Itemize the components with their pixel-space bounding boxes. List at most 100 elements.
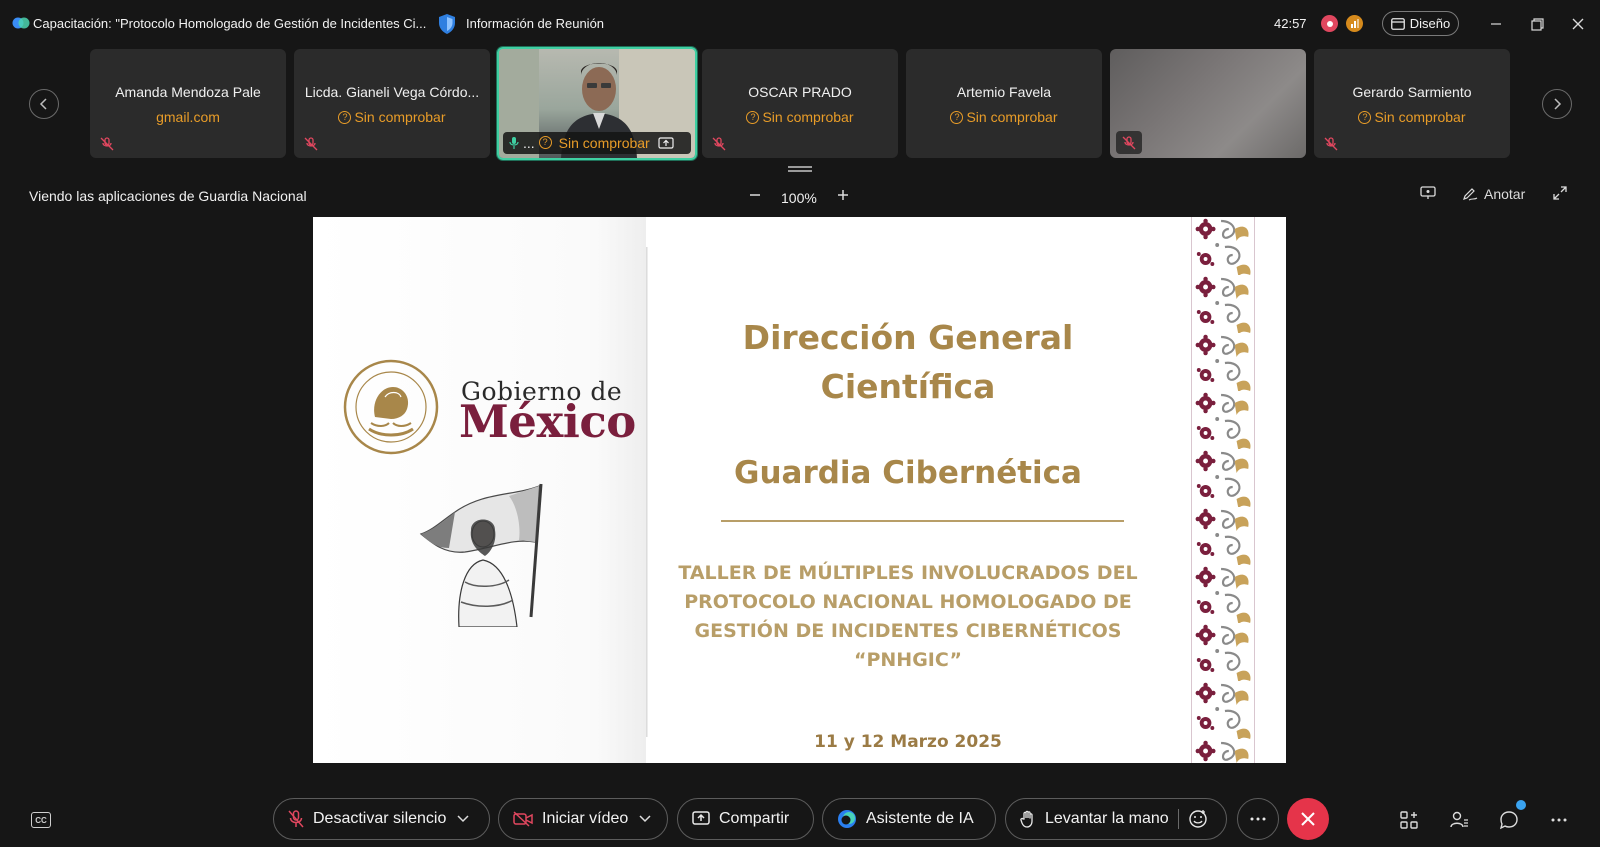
workshop-title-line3: GESTIÓN DE INCIDENTES CIBERNÉTICOS — [694, 620, 1122, 642]
question-icon: ? — [950, 110, 964, 124]
apps-button[interactable] — [1397, 808, 1421, 832]
participant-tile[interactable]: Gerardo Sarmiento ? Sin comprobar — [1314, 49, 1510, 158]
mexico-logo-text: México — [459, 395, 636, 448]
slide-subtitle: Guardia Cibernética — [734, 455, 1082, 491]
chevron-down-icon[interactable] — [457, 815, 469, 823]
restore-icon — [1530, 17, 1544, 31]
participants-icon — [1450, 811, 1468, 828]
participant-name: Licda. Gianeli Vega Córdo... — [304, 84, 480, 100]
video-off-icon — [513, 811, 533, 827]
minus-icon — [750, 194, 760, 196]
minimize-button[interactable] — [1484, 12, 1508, 36]
participant-status: Sin comprobar — [762, 109, 854, 125]
strip-next-button[interactable] — [1542, 89, 1572, 119]
shield-icon[interactable] — [437, 13, 457, 35]
ai-assistant-label: Asistente de IA — [866, 810, 974, 827]
chat-notification-badge — [1516, 800, 1526, 810]
participant-name: OSCAR PRADO — [748, 84, 852, 100]
reactions-icon[interactable] — [1188, 809, 1208, 829]
close-window-button[interactable] — [1566, 12, 1590, 36]
annotate-label: Anotar — [1484, 186, 1526, 202]
question-icon: ? — [538, 135, 552, 149]
share-screen-icon — [692, 811, 710, 825]
slide-date: 11 y 12 Marzo 2025 — [814, 732, 1002, 752]
muted-mic-icon — [288, 810, 304, 828]
meeting-title: Capacitación: "Protocolo Homologado de G… — [33, 16, 427, 31]
hand-icon — [1020, 810, 1033, 828]
strip-prev-button[interactable] — [29, 89, 59, 119]
participant-tile[interactable]: Amanda Mendoza Pale gmail.com — [90, 49, 286, 158]
plus-icon — [838, 190, 848, 200]
meeting-info-link[interactable]: Información de Reunión — [466, 16, 604, 31]
chevron-left-icon — [39, 98, 47, 110]
layout-button[interactable]: Diseño — [1382, 11, 1459, 36]
participant-name: ... — [523, 135, 535, 151]
layout-label: Diseño — [1409, 16, 1451, 31]
more-horizontal-icon — [1551, 818, 1567, 822]
unmute-button[interactable]: Desactivar silencio — [273, 798, 490, 840]
chevron-right-icon — [1554, 98, 1562, 110]
participant-name: Artemio Favela — [956, 84, 1052, 100]
participant-status: Sin comprobar — [558, 135, 650, 151]
muted-mic-icon — [100, 137, 114, 151]
annotate-button[interactable]: Anotar — [1462, 186, 1525, 202]
shared-content-slide: Gobierno de México Dirección General Cie… — [313, 217, 1286, 763]
slide-title-line1: Dirección General — [742, 318, 1074, 357]
participants-button[interactable] — [1447, 808, 1471, 832]
raise-hand-button[interactable]: Levantar la mano — [1005, 798, 1227, 840]
raise-hand-label: Levantar la mano — [1045, 810, 1169, 827]
participant-video-status-bar: ... ? Sin comprobar — [503, 132, 691, 154]
participant-video-tile[interactable]: ... ? Sin comprobar — [497, 47, 697, 160]
participant-video-tile[interactable] — [1110, 49, 1306, 158]
recording-icon[interactable] — [1321, 15, 1338, 32]
slide-title-line2: Científica — [820, 367, 996, 406]
slide-divider-line — [721, 520, 1124, 522]
share-button[interactable]: Compartir — [677, 798, 814, 840]
close-icon — [1572, 18, 1584, 30]
question-icon: ? — [338, 110, 352, 124]
muted-mic-icon — [1324, 137, 1338, 151]
national-seal-logo — [343, 359, 439, 455]
expand-icon — [1553, 186, 1567, 200]
share-label: Compartir — [719, 810, 790, 827]
participant-status: Sin comprobar — [966, 109, 1058, 125]
chevron-down-icon[interactable] — [639, 815, 651, 823]
zoom-level: 100% — [781, 190, 817, 206]
chat-button[interactable] — [1497, 808, 1521, 832]
question-icon: ? — [1358, 110, 1372, 124]
webex-logo-icon — [12, 17, 30, 29]
fullscreen-button[interactable] — [1553, 186, 1567, 200]
participant-tile[interactable]: Licda. Gianeli Vega Córdo... ? Sin compro… — [294, 49, 490, 158]
pen-icon — [1463, 188, 1478, 201]
participant-name: Gerardo Sarmiento — [1352, 84, 1472, 100]
strip-resize-handle[interactable] — [788, 166, 812, 172]
workshop-title-line4: “PNHGIC” — [853, 649, 962, 671]
question-icon: ? — [746, 110, 760, 124]
network-status-icon[interactable] — [1346, 15, 1363, 32]
apps-icon — [1400, 811, 1418, 829]
participant-status: Sin comprobar — [1374, 109, 1466, 125]
close-icon — [1301, 812, 1315, 826]
participant-tile[interactable]: OSCAR PRADO ? Sin comprobar — [702, 49, 898, 158]
leave-meeting-button[interactable] — [1287, 798, 1329, 840]
participant-name: Amanda Mendoza Pale — [115, 84, 261, 100]
pop-out-share-button[interactable] — [1420, 186, 1436, 200]
more-options-button[interactable] — [1237, 798, 1279, 840]
screen-share-icon — [658, 136, 674, 149]
participant-status: Sin comprobar — [354, 109, 446, 125]
zoom-in-button[interactable] — [832, 184, 854, 206]
ai-assistant-button[interactable]: Asistente de IA — [822, 798, 996, 840]
slide-title: Dirección General Científica — [643, 313, 1173, 411]
workshop-title: TALLER DE MÚLTIPLES INVOLUCRADOS DEL PRO… — [678, 559, 1138, 675]
workshop-title-line1: TALLER DE MÚLTIPLES INVOLUCRADOS DEL — [678, 562, 1138, 584]
flag-heroine-illustration — [419, 483, 543, 627]
restore-button[interactable] — [1525, 12, 1549, 36]
layout-icon — [1390, 17, 1405, 30]
more-horizontal-icon — [1250, 817, 1266, 821]
participant-tile[interactable]: Artemio Favela ? Sin comprobar — [906, 49, 1102, 158]
start-video-button[interactable]: Iniciar vídeo — [498, 798, 668, 840]
workshop-title-line2: PROTOCOLO NACIONAL HOMOLOGADO DE — [684, 591, 1132, 613]
closed-captions-button[interactable]: CC — [31, 812, 51, 828]
more-panels-button[interactable] — [1547, 808, 1571, 832]
zoom-out-button[interactable] — [744, 184, 766, 206]
